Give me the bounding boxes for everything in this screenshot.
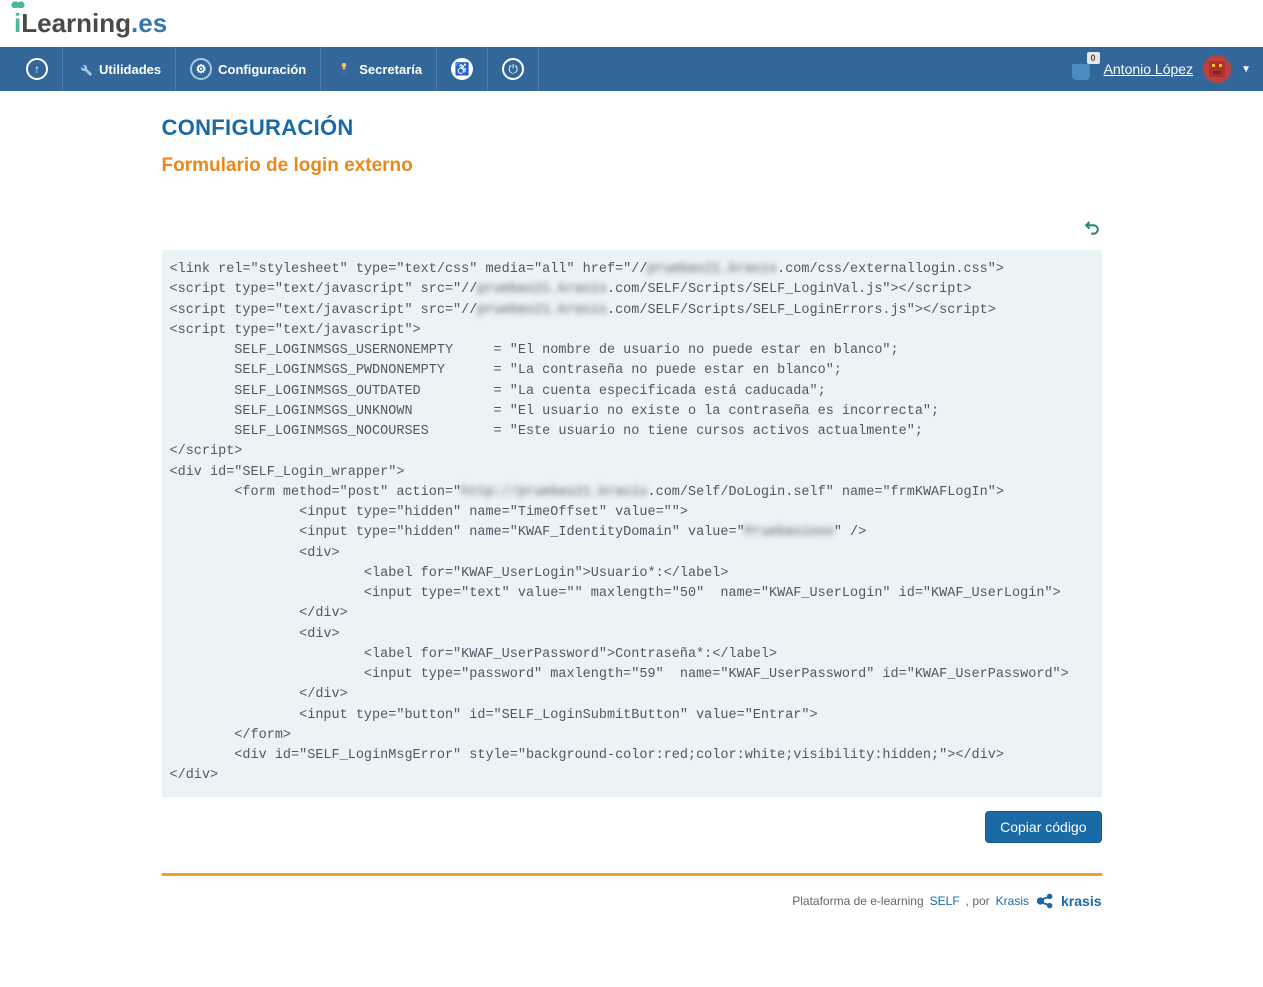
nav-configuracion[interactable]: ⚙ Configuración (176, 47, 321, 91)
copy-code-button[interactable]: Copiar código (985, 811, 1101, 843)
nav-secretaria[interactable]: Secretaría (321, 47, 437, 91)
nav-secretaria-label: Secretaría (359, 62, 422, 77)
brand-logo: iLearning.es (14, 8, 167, 38)
wrench-icon (77, 61, 93, 77)
notif-badge: 0 (1087, 52, 1100, 64)
footer: Plataforma de e-learning SELF , por Kras… (162, 890, 1102, 932)
footer-divider (162, 873, 1102, 876)
logo-leaf-icon: i (14, 8, 21, 38)
footer-text-2: , por (966, 894, 990, 908)
topbar: iLearning.es (0, 0, 1263, 47)
nav-utilidades[interactable]: Utilidades (63, 47, 176, 91)
notifications-button[interactable]: 0 (1072, 58, 1094, 80)
user-name-link[interactable]: Antonio López (1104, 61, 1194, 77)
undo-icon (1082, 217, 1102, 237)
page-title: CONFIGURACIÓN (162, 115, 1102, 141)
chevron-down-icon[interactable]: ▼ (1241, 64, 1251, 75)
footer-self-link[interactable]: SELF (930, 894, 960, 908)
person-icon (335, 60, 353, 78)
undo-button[interactable] (1082, 217, 1102, 242)
main-navbar: ↑ Utilidades ⚙ Configuración Secretaría … (0, 47, 1263, 91)
footer-text-1: Plataforma de e-learning (792, 894, 923, 908)
accessibility-icon: ♿ (451, 58, 473, 80)
bell-icon (1072, 64, 1090, 80)
avatar[interactable] (1203, 55, 1231, 83)
nav-up-button[interactable]: ↑ (12, 47, 63, 91)
avatar-icon (1205, 57, 1229, 81)
footer-logo[interactable]: krasis (1035, 890, 1101, 912)
nav-accessibility[interactable]: ♿ (437, 47, 488, 91)
power-icon: ⏻ (502, 58, 524, 80)
krasis-logo-icon (1035, 890, 1057, 912)
arrow-up-icon: ↑ (26, 58, 48, 80)
page-subtitle: Formulario de login externo (162, 155, 1102, 177)
footer-krasis-link[interactable]: Krasis (996, 894, 1029, 908)
nav-power[interactable]: ⏻ (488, 47, 539, 91)
code-snippet[interactable]: <link rel="stylesheet" type="text/css" m… (162, 250, 1102, 797)
nav-configuracion-label: Configuración (218, 62, 306, 77)
gear-icon: ⚙ (190, 58, 212, 80)
nav-utilidades-label: Utilidades (99, 62, 161, 77)
